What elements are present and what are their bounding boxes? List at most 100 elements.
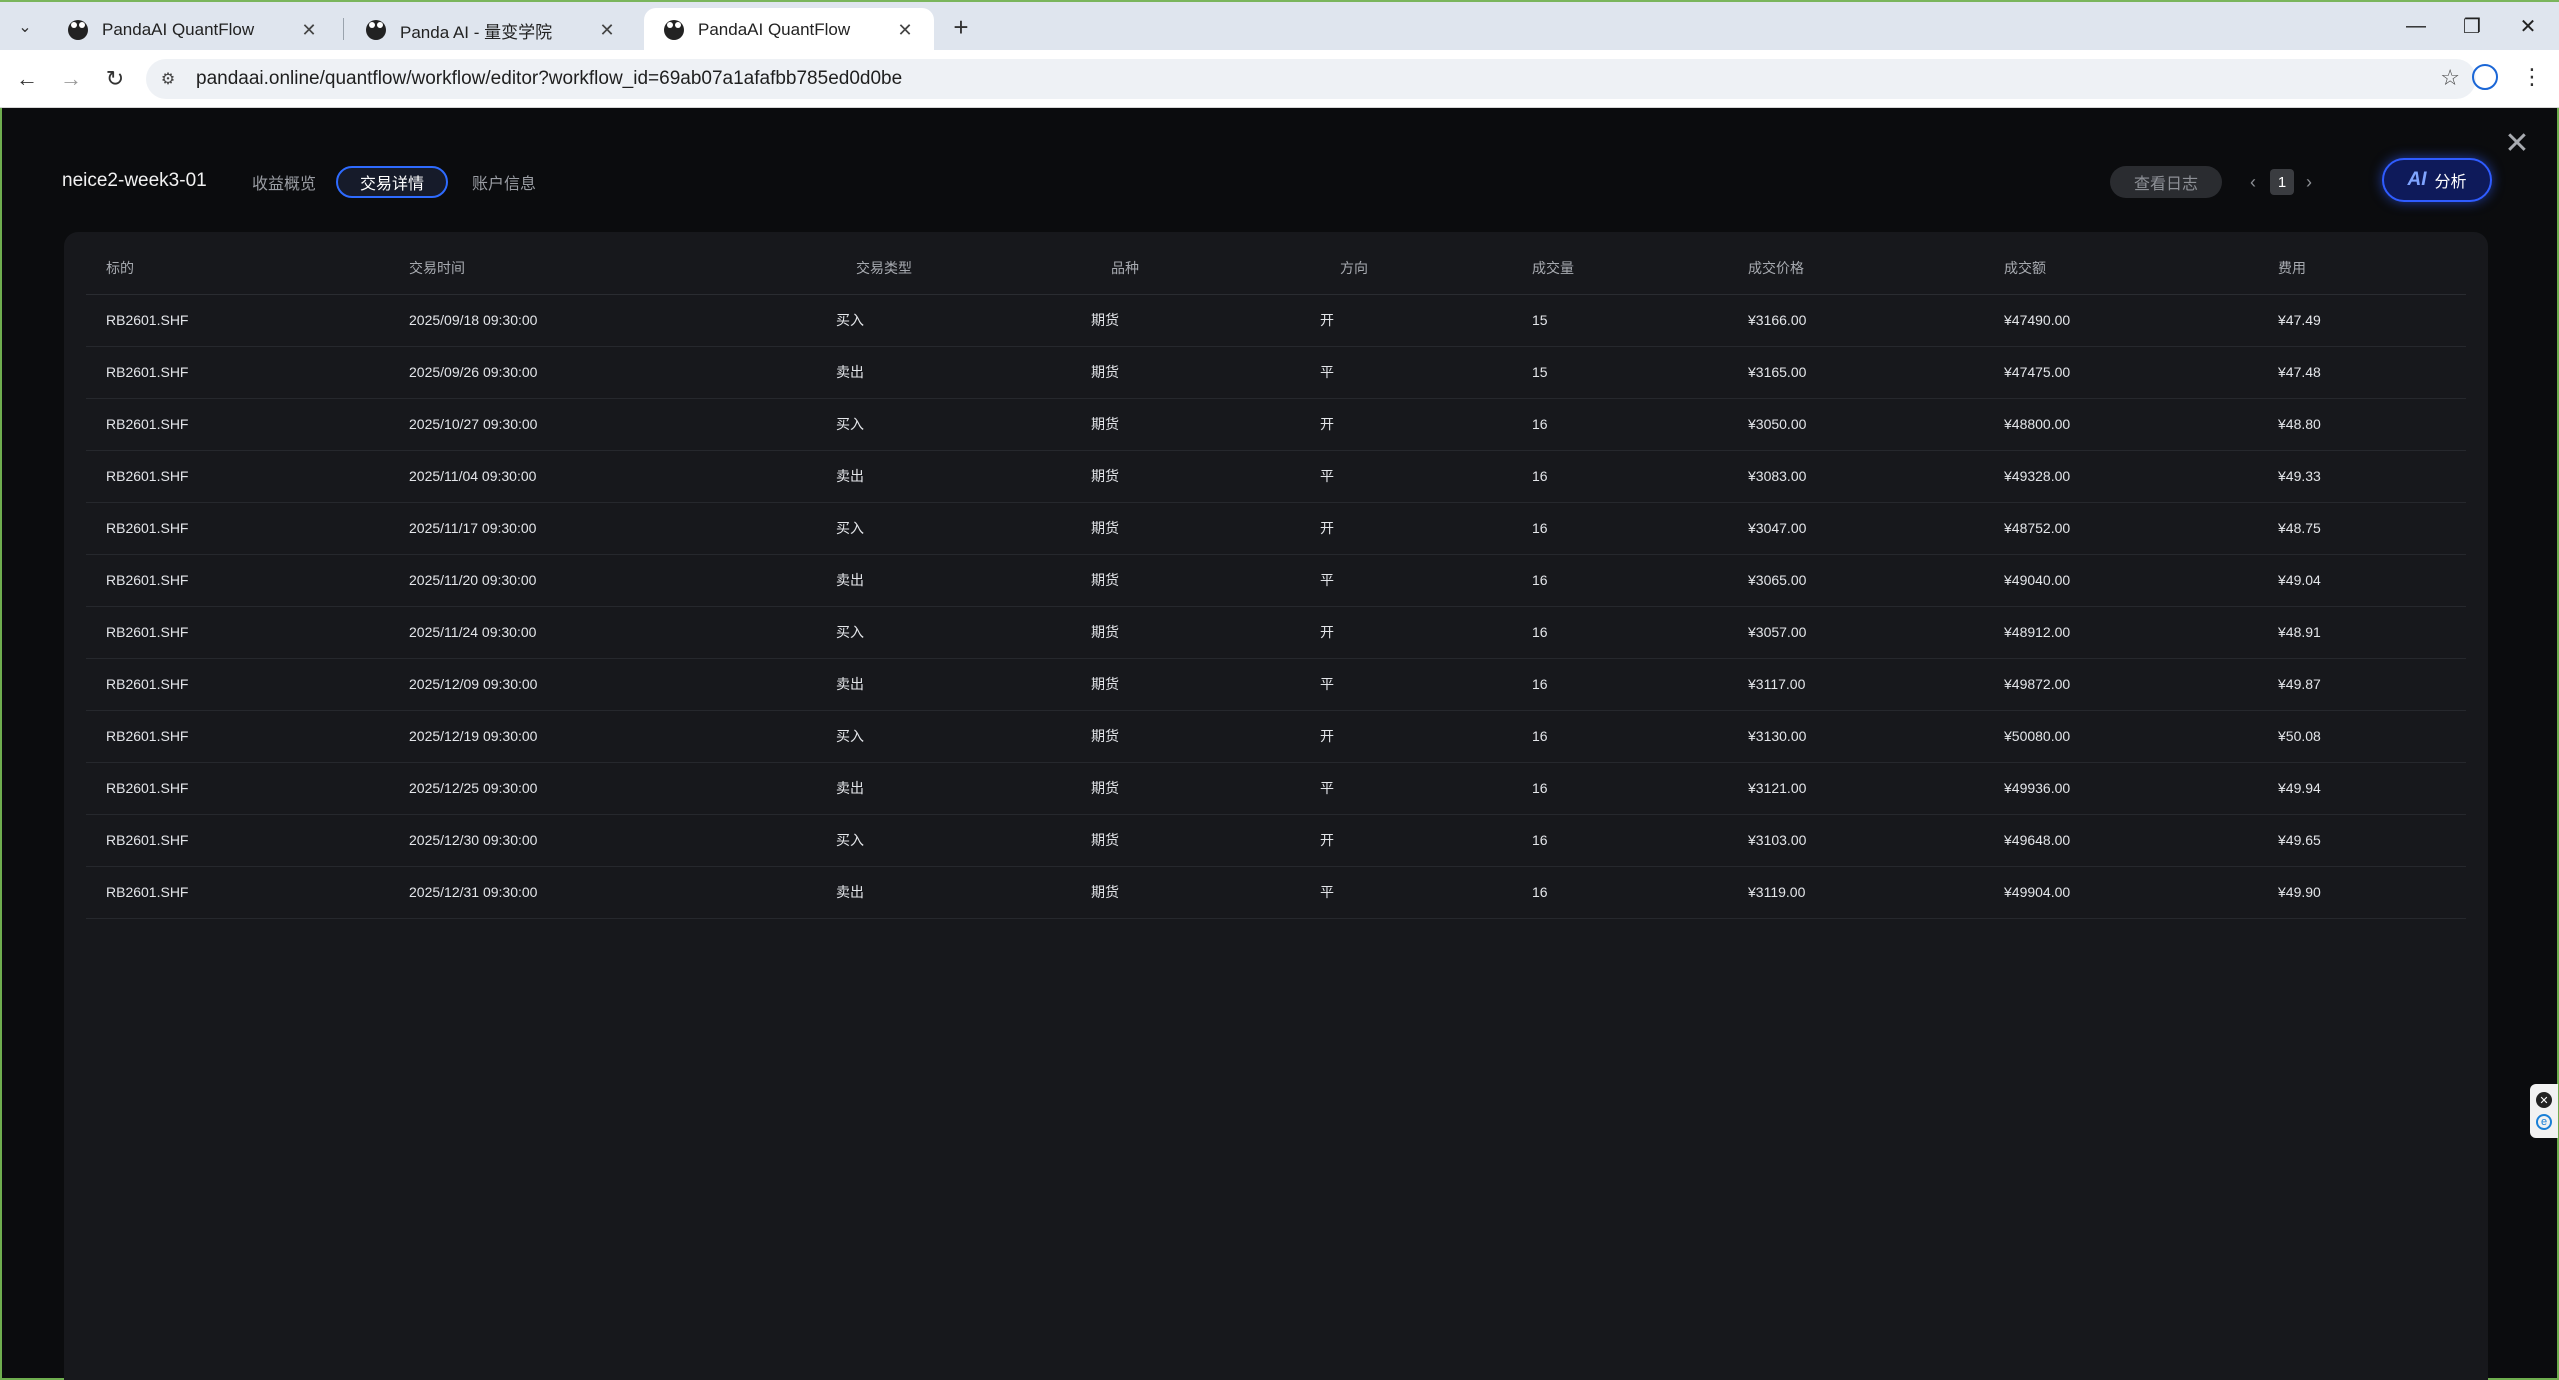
- back-arrow-icon[interactable]: ←: [12, 64, 42, 94]
- tab-trade-details[interactable]: 交易详情: [336, 166, 449, 198]
- close-tab-icon[interactable]: ✕: [596, 19, 618, 41]
- cell-symbol: RB2601.SHF: [86, 658, 389, 711]
- cell-price: ¥3065.00: [1728, 554, 1984, 607]
- cell-direction: 平: [1320, 866, 1512, 919]
- cell-price: ¥3130.00: [1728, 710, 1984, 763]
- trades-table: 标的 交易时间 交易类型 品种 方向 成交量 成交价格 成交额 费用 RB260…: [86, 242, 2466, 919]
- cell-qty: 16: [1512, 762, 1728, 815]
- url-text[interactable]: pandaai.online/quantflow/workflow/editor…: [196, 68, 902, 90]
- cell-fee: ¥49.87: [2258, 658, 2466, 711]
- trade-details-panel: 标的 交易时间 交易类型 品种 方向 成交量 成交价格 成交额 费用 RB260…: [64, 232, 2488, 1380]
- cell-fee: ¥49.33: [2258, 450, 2466, 503]
- cell-direction: 开: [1320, 294, 1512, 347]
- close-modal-icon[interactable]: ✕: [2502, 127, 2532, 160]
- table-row[interactable]: RB2601.SHF 2025/12/25 09:30:00 卖出 期货平 16 ¥312…: [86, 762, 2466, 815]
- cell-kind: 期货: [1091, 554, 1320, 607]
- table-row[interactable]: RB2601.SHF 2025/11/20 09:30:00 卖出 期货平 16 ¥306…: [86, 554, 2466, 607]
- cell-direction: 开: [1320, 502, 1512, 555]
- cell-time: 2025/10/27 09:30:00: [389, 398, 836, 451]
- cell-kind: 期货: [1091, 658, 1320, 711]
- table-row[interactable]: RB2601.SHF 2025/11/24 09:30:00 买入 期货开 16 ¥305…: [86, 606, 2466, 659]
- cell-symbol: RB2601.SHF: [86, 814, 389, 867]
- strategy-name: neice2-week3-01: [62, 170, 207, 191]
- cell-fee: ¥47.49: [2258, 294, 2466, 347]
- forward-arrow-icon[interactable]: →: [56, 64, 86, 94]
- browser-tab-2[interactable]: Panda AI - 量变学院 ✕: [346, 8, 636, 52]
- address-bar[interactable]: ⚙ pandaai.online/quantflow/workflow/edit…: [146, 59, 2476, 99]
- tab-title: PandaAI QuantFlow: [698, 20, 851, 39]
- col-header-direction: 方向: [1320, 242, 1512, 295]
- table-row[interactable]: RB2601.SHF 2025/10/27 09:30:00 买入 期货开 16 ¥305…: [86, 398, 2466, 451]
- cell-amount: ¥49648.00: [1984, 814, 2258, 867]
- table-row[interactable]: RB2601.SHF 2025/12/31 09:30:00 卖出 期货平 16 ¥311…: [86, 866, 2466, 919]
- browser-menu-kebab-icon[interactable]: ⋮: [2521, 62, 2543, 92]
- cell-amount: ¥47490.00: [1984, 294, 2258, 347]
- cell-qty: 16: [1512, 814, 1728, 867]
- panda-favicon-icon: [664, 20, 684, 40]
- cell-time: 2025/11/17 09:30:00: [389, 502, 836, 555]
- restore-window-icon[interactable]: ❐: [2446, 8, 2498, 44]
- cell-time: 2025/09/18 09:30:00: [389, 294, 836, 347]
- assistant-icon[interactable]: e: [2536, 1114, 2552, 1130]
- pager-current-page[interactable]: 1: [2270, 169, 2294, 195]
- table-row[interactable]: RB2601.SHF 2025/11/04 09:30:00 卖出 期货平 16 ¥308…: [86, 450, 2466, 503]
- close-circle-icon[interactable]: ✕: [2536, 1092, 2552, 1108]
- new-tab-button[interactable]: +: [946, 12, 976, 42]
- ai-icon: AI: [2407, 169, 2427, 190]
- browser-tab-1[interactable]: PandaAI QuantFlow ✕: [48, 8, 338, 52]
- close-tab-icon[interactable]: ✕: [894, 19, 916, 41]
- cell-time: 2025/11/04 09:30:00: [389, 450, 836, 503]
- cell-symbol: RB2601.SHF: [86, 554, 389, 607]
- close-tab-icon[interactable]: ✕: [298, 19, 320, 41]
- col-header-time: 交易时间: [389, 242, 836, 295]
- cell-time: 2025/11/24 09:30:00: [389, 606, 836, 659]
- table-row[interactable]: RB2601.SHF 2025/09/26 09:30:00 卖出 期货平 15 ¥316…: [86, 346, 2466, 399]
- cell-symbol: RB2601.SHF: [86, 710, 389, 763]
- pager-prev-icon[interactable]: ‹: [2242, 168, 2264, 196]
- tab-search-chevron-icon[interactable]: ⌄: [10, 12, 40, 42]
- cell-trade-type: 卖出: [836, 762, 1091, 815]
- tab-account-info[interactable]: 账户信息: [450, 166, 558, 198]
- cell-fee: ¥48.91: [2258, 606, 2466, 659]
- bookmark-star-icon[interactable]: ☆: [2440, 65, 2460, 91]
- col-header-type: 交易类型: [836, 242, 1091, 295]
- view-log-button[interactable]: 查看日志: [2110, 166, 2223, 198]
- site-info-icon[interactable]: ⚙: [156, 67, 180, 91]
- cell-amount: ¥48752.00: [1984, 502, 2258, 555]
- table-header-row: 标的 交易时间 交易类型 品种 方向 成交量 成交价格 成交额 费用: [86, 242, 2466, 295]
- tab-title: PandaAI QuantFlow: [102, 20, 255, 39]
- cell-kind: 期货: [1091, 502, 1320, 555]
- cell-symbol: RB2601.SHF: [86, 762, 389, 815]
- cell-qty: 16: [1512, 450, 1728, 503]
- cell-fee: ¥48.75: [2258, 502, 2466, 555]
- profile-avatar-icon[interactable]: [2472, 64, 2498, 90]
- cell-trade-type: 卖出: [836, 554, 1091, 607]
- tab-returns-overview[interactable]: 收益概览: [230, 166, 338, 198]
- table-row[interactable]: RB2601.SHF 2025/12/19 09:30:00 买入 期货开 16 ¥313…: [86, 710, 2466, 763]
- table-row[interactable]: RB2601.SHF 2025/12/09 09:30:00 卖出 期货平 16 ¥311…: [86, 658, 2466, 711]
- col-header-fee: 费用: [2258, 242, 2466, 295]
- minimize-window-icon[interactable]: —: [2390, 8, 2442, 44]
- table-row[interactable]: RB2601.SHF 2025/11/17 09:30:00 买入 期货开 16 ¥304…: [86, 502, 2466, 555]
- cell-amount: ¥48912.00: [1984, 606, 2258, 659]
- cell-price: ¥3047.00: [1728, 502, 1984, 555]
- cell-trade-type: 卖出: [836, 346, 1091, 399]
- floating-side-widget[interactable]: ✕ e: [2530, 1084, 2558, 1138]
- ai-analysis-button[interactable]: AI 分析: [2382, 158, 2492, 202]
- cell-amount: ¥49040.00: [1984, 554, 2258, 607]
- reload-icon[interactable]: ↻: [100, 64, 130, 94]
- cell-amount: ¥50080.00: [1984, 710, 2258, 763]
- cell-trade-type: 卖出: [836, 658, 1091, 711]
- cell-trade-type: 卖出: [836, 866, 1091, 919]
- pager-next-icon[interactable]: ›: [2298, 168, 2320, 196]
- close-window-icon[interactable]: ✕: [2502, 8, 2554, 44]
- cell-time: 2025/12/31 09:30:00: [389, 866, 836, 919]
- browser-tab-3-active[interactable]: PandaAI QuantFlow ✕: [644, 8, 934, 52]
- table-row[interactable]: RB2601.SHF 2025/09/18 09:30:00 买入 期货开 15 ¥316…: [86, 294, 2466, 347]
- cell-price: ¥3117.00: [1728, 658, 1984, 711]
- cell-time: 2025/12/25 09:30:00: [389, 762, 836, 815]
- cell-time: 2025/11/20 09:30:00: [389, 554, 836, 607]
- tab-divider: [343, 18, 344, 40]
- cell-fee: ¥49.90: [2258, 866, 2466, 919]
- table-row[interactable]: RB2601.SHF 2025/12/30 09:30:00 买入 期货开 16 ¥310…: [86, 814, 2466, 867]
